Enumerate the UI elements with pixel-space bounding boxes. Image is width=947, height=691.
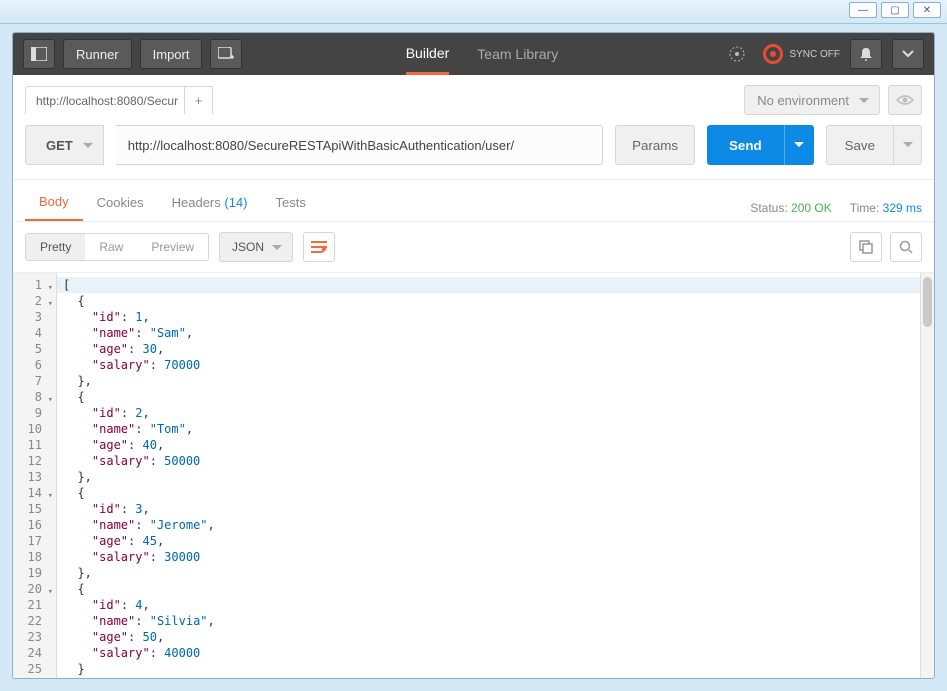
tab-headers-count: (14): [224, 195, 247, 210]
chevron-down-icon: [902, 50, 914, 58]
http-method-selector[interactable]: GET: [25, 125, 104, 165]
copy-response-button[interactable]: [850, 232, 882, 262]
tab-cookies[interactable]: Cookies: [83, 195, 158, 220]
status-meta: Status: 200 OK: [750, 201, 831, 215]
window-titlebar: — ▢ ✕: [0, 0, 947, 24]
satellite-icon: [728, 45, 746, 63]
response-tabs: Body Cookies Headers (14) Tests Status: …: [13, 179, 934, 221]
sync-status[interactable]: SYNC OFF: [763, 44, 840, 64]
sync-label: SYNC OFF: [789, 49, 840, 60]
search-response-button[interactable]: [890, 232, 922, 262]
send-options-button[interactable]: [784, 125, 814, 165]
save-options-button[interactable]: [894, 125, 922, 165]
request-row: GET Params Send Save: [13, 125, 934, 179]
send-button[interactable]: Send: [707, 125, 784, 165]
import-button[interactable]: Import: [140, 39, 203, 69]
tab-tests[interactable]: Tests: [262, 195, 320, 220]
menu-button[interactable]: [892, 39, 924, 69]
toggle-sidebar-button[interactable]: [23, 39, 55, 69]
tab-headers[interactable]: Headers (14): [158, 195, 262, 220]
url-input[interactable]: [116, 125, 603, 165]
wrap-lines-button[interactable]: [303, 232, 335, 262]
search-icon: [899, 240, 913, 254]
format-selector[interactable]: JSON: [219, 232, 293, 262]
new-window-icon: [218, 47, 234, 61]
response-view-bar: Pretty Raw Preview JSON: [13, 221, 934, 272]
new-tab-button[interactable]: +: [185, 86, 213, 114]
eye-icon: [896, 94, 914, 106]
view-pretty[interactable]: Pretty: [26, 234, 85, 260]
time-meta: Time: 329 ms: [850, 201, 922, 215]
app-window: Runner Import Builder Team Library SYNC …: [12, 32, 935, 679]
response-body[interactable]: 1▾2▾345678▾91011121314▾151617181920▾2122…: [13, 272, 934, 678]
window-close-button[interactable]: ✕: [913, 2, 941, 18]
scrollbar[interactable]: [920, 273, 934, 678]
top-toolbar: Runner Import Builder Team Library SYNC …: [13, 33, 934, 75]
sidebar-icon: [31, 47, 47, 61]
notifications-button[interactable]: [850, 39, 882, 69]
request-tab[interactable]: http://localhost:8080/Secur: [25, 86, 185, 114]
window-maximize-button[interactable]: ▢: [881, 2, 909, 18]
environment-preview-button[interactable]: [888, 85, 922, 115]
params-button[interactable]: Params: [615, 125, 695, 165]
tab-headers-label: Headers: [172, 195, 221, 210]
tab-team-library[interactable]: Team Library: [477, 33, 558, 75]
view-preview[interactable]: Preview: [137, 234, 208, 260]
status-value: 200 OK: [791, 201, 832, 215]
environment-selector[interactable]: No environment: [744, 85, 880, 115]
scrollbar-thumb[interactable]: [923, 277, 932, 327]
view-mode-group: Pretty Raw Preview: [25, 233, 209, 261]
wrap-icon: [310, 240, 328, 254]
save-button[interactable]: Save: [826, 125, 894, 165]
tab-builder[interactable]: Builder: [406, 33, 450, 75]
window-minimize-button[interactable]: —: [849, 2, 877, 18]
sync-icon: [763, 44, 783, 64]
new-window-button[interactable]: [210, 39, 242, 69]
request-tab-bar: http://localhost:8080/Secur + No environ…: [13, 75, 934, 125]
copy-icon: [859, 240, 873, 254]
view-raw[interactable]: Raw: [85, 234, 137, 260]
time-value: 329 ms: [883, 201, 922, 215]
runner-button[interactable]: Runner: [63, 39, 132, 69]
bell-icon: [859, 47, 873, 61]
tab-body[interactable]: Body: [25, 194, 83, 221]
interceptor-button[interactable]: [721, 39, 753, 69]
